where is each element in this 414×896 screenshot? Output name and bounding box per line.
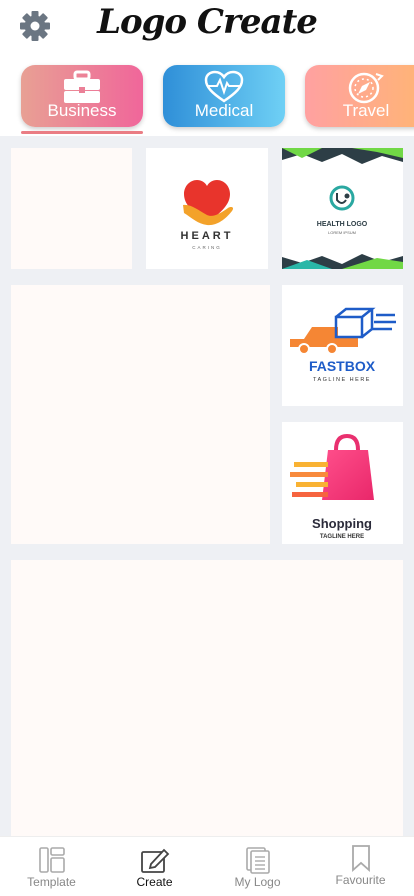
- category-label: Travel: [342, 101, 390, 120]
- category-medical[interactable]: Medical: [163, 65, 285, 127]
- fastbox-logo-name: FASTBOX: [309, 358, 376, 374]
- category-bar: Business Medical Travel: [0, 56, 414, 136]
- header: Logo Create: [0, 0, 414, 56]
- tab-my-logo[interactable]: My Logo: [206, 837, 309, 896]
- shopping-logo-image: Shopping TAGLINE HERE: [290, 433, 374, 540]
- edit-icon: [140, 848, 169, 873]
- template-fastbox-logo[interactable]: FASTBOX TAGLINE HERE: [282, 285, 403, 406]
- documents-icon: [245, 847, 270, 874]
- app-title: Logo Create: [97, 2, 318, 42]
- category-business[interactable]: Business: [21, 65, 143, 127]
- category-label: Medical: [194, 101, 254, 120]
- health-logo-name: HEALTH LOGO: [317, 221, 368, 228]
- tab-label: Create: [136, 875, 173, 889]
- tab-create[interactable]: Create: [103, 837, 206, 896]
- tab-label: Favourite: [335, 873, 386, 887]
- briefcase-icon: [64, 70, 100, 103]
- logo-create-app: Logo Create Business Medical Travel HEAR…: [0, 0, 414, 896]
- category-label: Business: [47, 101, 117, 120]
- tab-label: Template: [27, 875, 76, 889]
- tab-label: My Logo: [234, 875, 281, 889]
- fastbox-logo-tagline: TAGLINE HERE: [313, 377, 371, 383]
- template-heart-logo[interactable]: HEART CARING: [146, 148, 268, 269]
- template-placeholder[interactable]: [11, 285, 270, 544]
- heart-logo-name: HEART: [181, 230, 234, 242]
- tab-favourite[interactable]: Favourite: [309, 837, 412, 896]
- shopping-logo-tagline: TAGLINE HERE: [320, 534, 364, 540]
- heart-logo-image: HEART CARING: [181, 180, 234, 250]
- bottom-tab-bar: Template Create My Logo Favourite: [0, 836, 414, 896]
- heart-logo-tagline: CARING: [192, 245, 222, 250]
- health-logo-image: HEALTH LOGO LOREM IPSUM: [282, 148, 403, 269]
- tab-template[interactable]: Template: [0, 837, 103, 896]
- health-logo-tagline: LOREM IPSUM: [328, 230, 356, 235]
- shopping-logo-name: Shopping: [312, 516, 372, 531]
- template-icon: [38, 847, 65, 873]
- compass-icon: [348, 72, 384, 104]
- template-placeholder[interactable]: [11, 560, 403, 836]
- heartbeat-icon: [204, 70, 244, 103]
- template-health-logo[interactable]: HEALTH LOGO LOREM IPSUM: [282, 148, 403, 269]
- template-placeholder[interactable]: [11, 148, 132, 269]
- fastbox-logo-image: FASTBOX TAGLINE HERE: [290, 307, 396, 383]
- bookmark-icon: [351, 845, 370, 872]
- template-shopping-logo[interactable]: Shopping TAGLINE HERE: [282, 422, 403, 544]
- selected-category-indicator: [21, 131, 143, 134]
- category-travel[interactable]: Travel: [305, 65, 414, 127]
- template-grid: HEART CARING HEALTH LOGO LOREM IPSUM FAS…: [0, 136, 414, 836]
